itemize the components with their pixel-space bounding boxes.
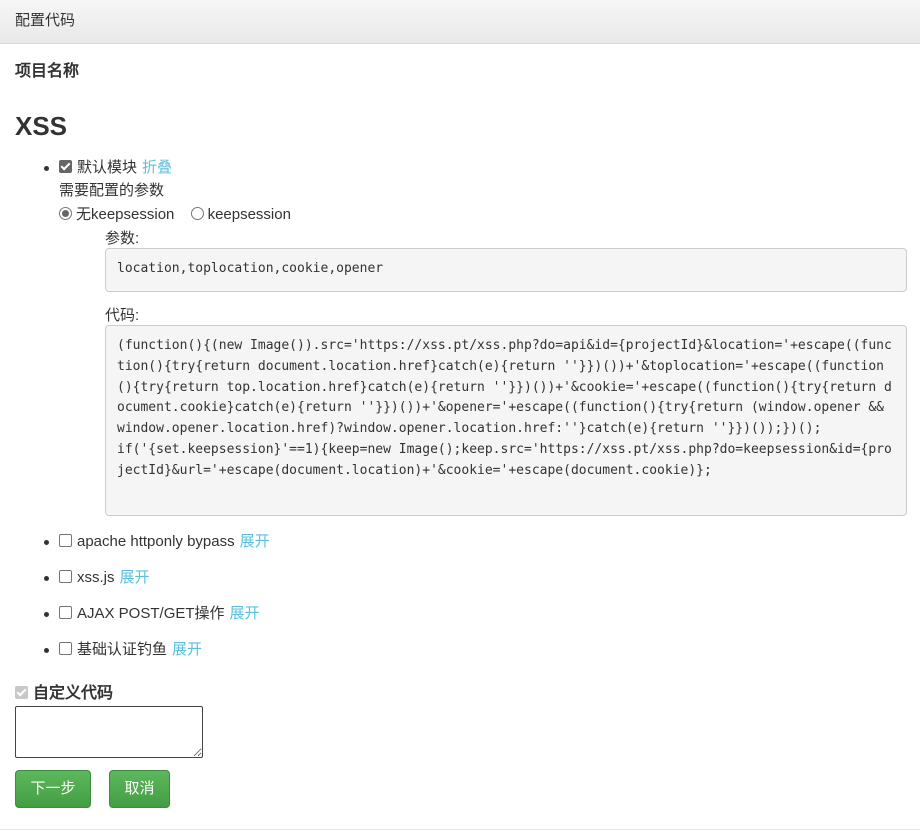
expand-link[interactable]: 展开 bbox=[120, 569, 150, 586]
custom-code-textarea[interactable] bbox=[15, 706, 203, 758]
list-bullet bbox=[44, 612, 49, 617]
custom-code-checkbox[interactable] bbox=[15, 686, 28, 699]
keepsession-radio-group: 无keepsession keepsession bbox=[59, 203, 905, 223]
expand-link[interactable]: 展开 bbox=[172, 641, 202, 658]
next-button[interactable]: 下一步 bbox=[15, 770, 91, 808]
module-label: apache httponly bypass bbox=[77, 533, 235, 550]
code-label: 代码: bbox=[105, 307, 140, 324]
radio-option-no-keepsession[interactable]: 无keepsession bbox=[59, 206, 174, 223]
project-name-label: 项目名称 bbox=[15, 63, 80, 80]
module-checkbox[interactable] bbox=[59, 534, 72, 547]
module-item: AJAX POST/GET操作 展开 bbox=[15, 602, 905, 622]
list-bullet bbox=[44, 166, 49, 171]
radio-label: keepsession bbox=[207, 206, 291, 223]
module-item: 基础认证钓鱼 展开 bbox=[15, 638, 905, 658]
module-config: 参数: location,toplocation,cookie,opener 代… bbox=[105, 227, 907, 516]
module-item: apache httponly bypass 展开 bbox=[15, 530, 905, 550]
module-label: 基础认证钓鱼 bbox=[77, 641, 168, 658]
other-module-list: apache httponly bypass 展开 xss.js 展开 AJAX P… bbox=[15, 530, 905, 658]
expand-link[interactable]: 展开 bbox=[240, 533, 270, 550]
module-group-title: XSS bbox=[15, 111, 68, 141]
module-checkbox[interactable] bbox=[59, 570, 72, 583]
params-value: location,toplocation,cookie,opener bbox=[105, 248, 907, 292]
custom-code-row: 自定义代码 bbox=[15, 679, 114, 702]
module-item: xss.js 展开 bbox=[15, 566, 905, 586]
custom-code-label: 自定义代码 bbox=[33, 685, 114, 702]
radio-option-keepsession[interactable]: keepsession bbox=[190, 206, 291, 223]
bottom-divider bbox=[0, 829, 920, 830]
expand-link[interactable]: 展开 bbox=[230, 605, 260, 622]
radio-button[interactable] bbox=[59, 207, 72, 220]
module-label: AJAX POST/GET操作 bbox=[77, 605, 225, 622]
list-bullet bbox=[44, 576, 49, 581]
default-module-checkbox[interactable] bbox=[59, 160, 72, 173]
radio-button[interactable] bbox=[190, 207, 204, 220]
cancel-button[interactable]: 取消 bbox=[109, 770, 170, 808]
list-bullet bbox=[44, 648, 49, 653]
code-block: (function(){(new Image()).src='https://x… bbox=[105, 325, 907, 516]
panel-header: 配置代码 bbox=[0, 0, 920, 44]
module-item-default: 默认模块 折叠 需要配置的参数 无keepsession keepsession … bbox=[15, 156, 907, 516]
module-label: xss.js bbox=[77, 569, 115, 586]
list-bullet bbox=[44, 540, 49, 545]
module-checkbox[interactable] bbox=[59, 642, 72, 655]
module-list: 默认模块 折叠 需要配置的参数 无keepsession keepsession … bbox=[15, 156, 907, 516]
panel-body: 项目名称 XSS 默认模块 折叠 需要配置的参数 无keepsession kee… bbox=[0, 57, 920, 658]
params-heading: 需要配置的参数 bbox=[59, 182, 165, 199]
panel-title: 配置代码 bbox=[15, 12, 76, 29]
params-label: 参数: bbox=[105, 230, 140, 247]
module-checkbox[interactable] bbox=[59, 606, 72, 619]
radio-label: 无keepsession bbox=[76, 206, 175, 223]
collapse-link[interactable]: 折叠 bbox=[142, 159, 172, 176]
default-module-label: 默认模块 bbox=[77, 159, 138, 176]
